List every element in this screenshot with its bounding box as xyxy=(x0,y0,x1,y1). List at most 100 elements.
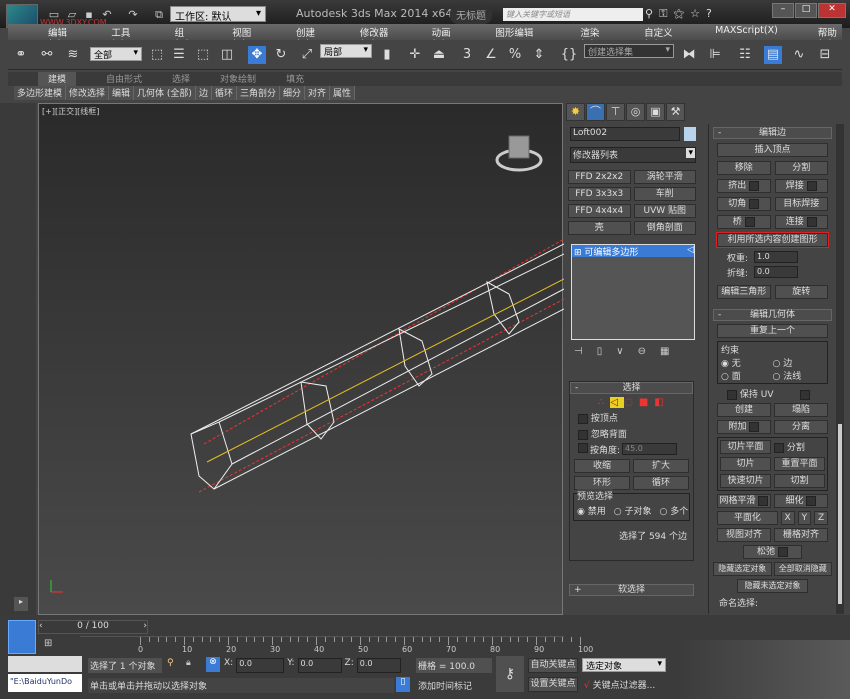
collapse-button[interactable]: 塌陷 xyxy=(774,403,828,417)
tessellate-button[interactable]: 细化 xyxy=(774,494,828,508)
weight-spinner[interactable]: 1.0 xyxy=(754,251,799,263)
prev-frame-icon[interactable]: ‹ xyxy=(39,621,43,631)
x-coord-input[interactable]: 0.0 xyxy=(236,658,285,673)
panel-geometry-all[interactable]: 几何体 (全部) xyxy=(134,86,196,100)
bridge-settings-icon[interactable] xyxy=(744,216,755,227)
menu-animation[interactable]: 动画(A) xyxy=(432,24,456,50)
viewport-orthographic[interactable]: [+][正交][线框] xyxy=(38,103,564,615)
preserve-uv-settings-icon[interactable] xyxy=(800,389,811,400)
configure-sets-icon[interactable]: ▦ xyxy=(660,346,683,357)
relax-settings-icon[interactable] xyxy=(777,546,788,557)
menu-edit[interactable]: 编辑(E) xyxy=(48,24,71,50)
redo-icon[interactable]: ↷ xyxy=(126,8,140,21)
rollout-scrollbar[interactable] xyxy=(836,124,844,614)
stack-item[interactable]: ⊞ 可编辑多边形 ◁ xyxy=(572,245,694,258)
object-color-swatch[interactable] xyxy=(684,127,696,141)
save-icon[interactable]: ▪ xyxy=(82,8,96,21)
satellite-icon[interactable]: ⚝ xyxy=(673,7,690,20)
key-mode-dropdown[interactable]: 选定对象 ▾ xyxy=(582,658,666,672)
star-icon[interactable]: ☆ xyxy=(690,7,706,20)
meshsmooth-settings-icon[interactable] xyxy=(758,495,769,506)
menu-group[interactable]: 组(G) xyxy=(175,24,193,50)
bind-spacewarp-icon[interactable]: ≋ xyxy=(64,46,82,64)
project-icon[interactable]: ⧉ xyxy=(152,8,166,21)
pivot-icon[interactable]: ▮ xyxy=(378,46,396,64)
detach-button[interactable]: 分离 xyxy=(774,420,828,434)
split-checkbox[interactable]: 分割 xyxy=(774,440,825,454)
tab-modeling[interactable]: 建模 xyxy=(38,72,77,86)
maximize-button[interactable]: □ xyxy=(795,3,817,18)
ring-button[interactable]: 环形 xyxy=(574,476,630,490)
keyboard-shortcut-icon[interactable]: ⏏ xyxy=(430,46,448,64)
soft-selection-rollout-header[interactable]: + 软选择 xyxy=(569,584,694,596)
named-selection-dropdown[interactable]: 创建选择集 ▾ xyxy=(584,44,674,58)
edit-edges-header[interactable]: - 编辑边 xyxy=(713,127,832,139)
split-button[interactable]: 分割 xyxy=(774,161,828,175)
tab-freeform[interactable]: 自由形式 xyxy=(106,72,142,86)
object-name-input[interactable]: Loft002 xyxy=(570,127,680,141)
by-angle-checkbox[interactable] xyxy=(578,443,588,453)
panel-edit[interactable]: 编辑 xyxy=(109,86,135,100)
make-unique-icon[interactable]: ∨ xyxy=(616,346,637,357)
constraint-face-radio[interactable]: ○ 面 xyxy=(721,369,773,382)
viewcube[interactable] xyxy=(495,135,543,172)
modifier-list-dropdown[interactable]: 修改器列表 ▾ xyxy=(570,147,696,163)
search-input[interactable]: 键入关键字或短语 xyxy=(503,8,643,21)
bevel-profile-button[interactable]: 倒角剖面 xyxy=(633,221,696,235)
constraint-edge-radio[interactable]: ○ 边 xyxy=(773,356,825,369)
mini-listener-icon[interactable] xyxy=(8,620,36,654)
unlink-icon[interactable]: ⚯ xyxy=(38,46,56,64)
connect-settings-icon[interactable] xyxy=(806,216,817,227)
slice-button[interactable]: 切片 xyxy=(720,457,771,471)
snap-toggle-icon[interactable]: 3 xyxy=(458,46,476,64)
tessellate-settings-icon[interactable] xyxy=(806,495,817,506)
target-weld-button[interactable]: 目标焊接 xyxy=(774,197,828,211)
menu-maxscript[interactable]: MAXScript(X) xyxy=(715,24,778,40)
undo-icon[interactable]: ↶ xyxy=(100,8,114,21)
hierarchy-tab-icon[interactable]: ⊤ xyxy=(606,103,625,121)
play-expand-button[interactable]: ▸ xyxy=(14,597,28,611)
workspace-dropdown[interactable]: 工作区: 默认 ▾ xyxy=(170,6,266,23)
scale-icon[interactable]: ⤢ xyxy=(298,46,316,64)
unhide-all-button[interactable]: 全部取消隐藏 xyxy=(773,562,832,576)
z-coord-input[interactable]: 0.0 xyxy=(356,658,401,673)
extrude-settings-icon[interactable] xyxy=(749,180,760,191)
remove-button[interactable]: 移除 xyxy=(717,161,771,175)
shell-button[interactable]: 壳 xyxy=(568,221,631,235)
expand-icon[interactable]: ⊞ xyxy=(574,248,584,258)
constraint-normal-radio[interactable]: ○ 法线 xyxy=(773,369,825,382)
menu-modifiers[interactable]: 修改器(M) xyxy=(360,24,392,50)
edge-icon[interactable]: ◁ xyxy=(610,397,625,408)
manipulate-icon[interactable]: ✛ xyxy=(406,46,424,64)
by-vertex-checkbox[interactable]: 按顶点 xyxy=(578,411,693,424)
ignore-backfacing-checkbox[interactable]: 忽略背面 xyxy=(578,427,693,440)
display-tab-icon[interactable]: ▣ xyxy=(646,103,665,121)
planar-z-button[interactable]: Z xyxy=(814,511,828,525)
panel-poly-modeling[interactable]: 多边形建模 xyxy=(14,86,67,100)
cut-button[interactable]: 切割 xyxy=(774,474,825,488)
menu-rendering[interactable]: 渲染(R) xyxy=(580,24,604,50)
menu-help[interactable]: 帮助(H) xyxy=(818,24,842,50)
layer-icon[interactable]: ☷ xyxy=(736,46,754,64)
menu-views[interactable]: 视图(V) xyxy=(232,24,256,50)
curve-editor-icon[interactable]: ∿ xyxy=(790,46,808,64)
rotate-icon[interactable]: ↻ xyxy=(272,46,290,64)
hide-selected-button[interactable]: 隐藏选定对象 xyxy=(713,562,772,576)
key-icon[interactable]: ⚿ xyxy=(659,7,673,20)
create-button[interactable]: 创建 xyxy=(717,403,771,417)
chamfer-button[interactable]: 切角 xyxy=(717,197,771,211)
extrude-button[interactable]: 挤出 xyxy=(717,179,771,193)
meshsmooth-button[interactable]: 网格平滑 xyxy=(717,494,771,508)
tab-populate[interactable]: 填充 xyxy=(286,72,304,86)
auto-key-button[interactable]: 自动关键点 xyxy=(528,658,578,673)
panel-properties[interactable]: 属性 xyxy=(330,86,356,100)
window-crossing-icon[interactable]: ◫ xyxy=(218,46,236,64)
link-icon[interactable]: ⚭ xyxy=(12,46,30,64)
ffd-2x2x2-button[interactable]: FFD 2x2x2 xyxy=(568,170,631,184)
tab-object-paint[interactable]: 对象绘制 xyxy=(220,72,256,86)
slice-plane-button[interactable]: 切片平面 xyxy=(720,440,771,454)
angle-spinner[interactable]: 45.0 xyxy=(622,443,678,455)
grow-button[interactable]: 扩大 xyxy=(633,459,689,473)
panel-loops[interactable]: 循环 xyxy=(211,86,237,100)
border-icon[interactable]: ◌ xyxy=(624,397,639,408)
